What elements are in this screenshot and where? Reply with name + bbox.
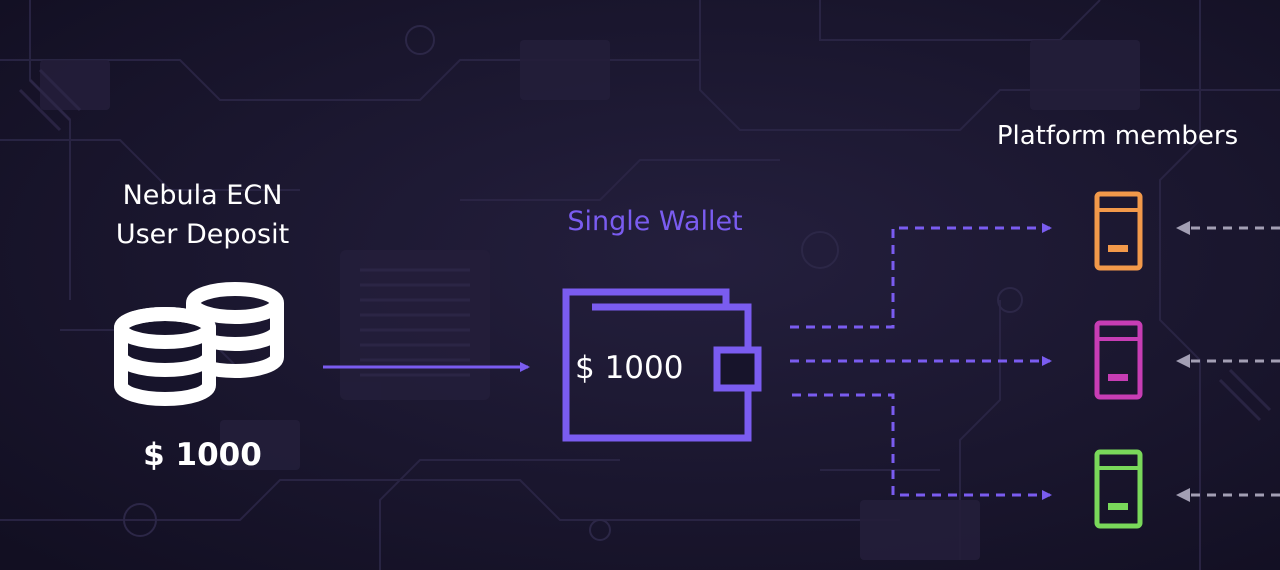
members-title: Platform members [996, 121, 1239, 151]
incoming-arrows [1188, 226, 1280, 497]
arrow-to-member-3 [792, 393, 1052, 500]
member-device-2 [1094, 320, 1143, 400]
wallet-title: Single Wallet [567, 206, 743, 237]
member-device-1 [1094, 191, 1143, 271]
source-amount: $ 1000 [143, 437, 262, 473]
wallet-amount: $ 1000 [575, 350, 684, 386]
member-device-3 [1094, 449, 1143, 529]
source-title: Nebula ECN User Deposit [85, 176, 320, 254]
arrow-to-member-1 [790, 223, 1052, 329]
flow-diagram [114, 191, 1280, 529]
distribution-arrows [790, 223, 1052, 500]
coins-stack-icon [114, 282, 284, 406]
source-title-line-2: User Deposit [115, 219, 290, 250]
incoming-arrowhead-2 [1176, 354, 1190, 368]
source-title-line-1: Nebula ECN [122, 180, 283, 211]
incoming-arrowhead-1 [1176, 221, 1190, 235]
incoming-arrowhead-3 [1176, 488, 1190, 502]
